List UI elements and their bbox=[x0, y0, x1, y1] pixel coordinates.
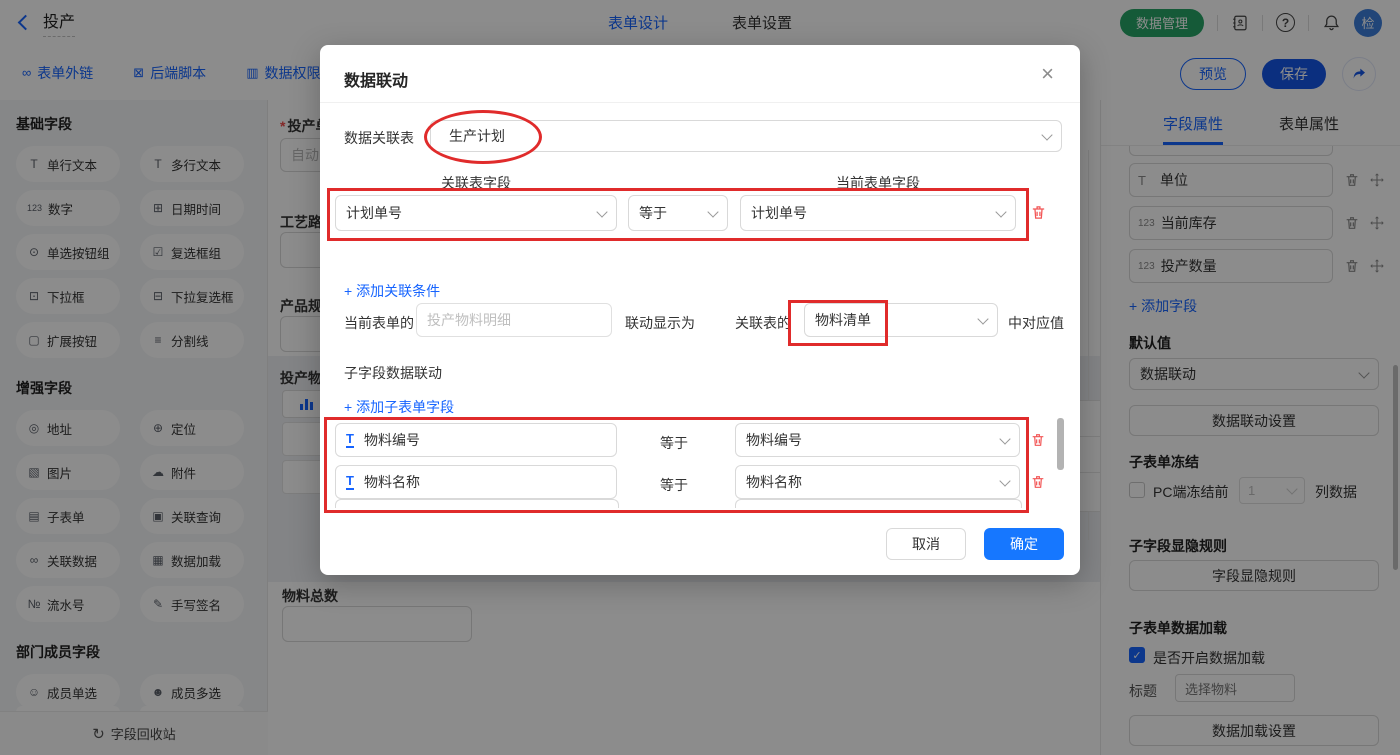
confirm-button[interactable]: 确定 bbox=[984, 528, 1064, 560]
subrow-operator: 等于 bbox=[660, 433, 688, 453]
chevron-down-icon bbox=[1041, 129, 1052, 140]
chevron-down-icon bbox=[596, 206, 607, 217]
cancel-button[interactable]: 取消 bbox=[886, 528, 966, 560]
text-field-icon: T bbox=[346, 474, 354, 490]
chevron-down-icon bbox=[999, 475, 1010, 486]
column-header-relation-fields: 关联表字段 bbox=[335, 173, 617, 193]
add-subform-field-link[interactable]: + 添加子表单字段 bbox=[344, 397, 454, 417]
chevron-down-icon bbox=[999, 433, 1010, 444]
clipped-subrow bbox=[335, 499, 619, 508]
clipped-subrow bbox=[735, 499, 1022, 508]
delete-subrow-trash-icon[interactable] bbox=[1030, 474, 1046, 490]
subrow-right-select[interactable]: 物料编号 bbox=[735, 423, 1020, 457]
dialog-header-divider bbox=[320, 102, 1080, 103]
condition-operator-select[interactable]: 等于 bbox=[628, 195, 728, 231]
column-header-current-form-fields: 当前表单字段 bbox=[740, 173, 1016, 193]
related-table-label: 关联表的 bbox=[735, 313, 791, 333]
condition-left-select[interactable]: 计划单号 bbox=[335, 195, 617, 231]
chevron-down-icon bbox=[977, 313, 988, 324]
close-icon[interactable]: × bbox=[1041, 63, 1054, 85]
subrow-left-field[interactable]: T 物料名称 bbox=[335, 465, 617, 499]
chevron-down-icon bbox=[707, 206, 718, 217]
delete-subrow-trash-icon[interactable] bbox=[1030, 432, 1046, 448]
current-form-field-input[interactable]: 投产物料明细 bbox=[416, 303, 612, 337]
dialog-title: 数据联动 bbox=[344, 67, 408, 91]
subrow-left-field[interactable]: T 物料编号 bbox=[335, 423, 617, 457]
related-field-select[interactable]: 物料清单 bbox=[804, 303, 998, 337]
display-as-label: 联动显示为 bbox=[625, 313, 695, 333]
corresponding-value-label: 中对应值 bbox=[1008, 313, 1064, 333]
chevron-down-icon bbox=[995, 206, 1006, 217]
subrow-operator: 等于 bbox=[660, 475, 688, 495]
relation-table-label: 数据关联表 bbox=[344, 128, 414, 148]
modal-scrollbar-thumb[interactable] bbox=[1057, 418, 1064, 470]
relation-table-select[interactable]: 生产计划 bbox=[430, 120, 1062, 152]
delete-condition-trash-icon[interactable] bbox=[1030, 204, 1047, 221]
data-linkage-dialog: 数据联动 × 数据关联表 生产计划 关联表字段 当前表单字段 计划单号 等于 计… bbox=[320, 45, 1080, 575]
add-condition-link[interactable]: + 添加关联条件 bbox=[344, 281, 440, 301]
subfield-linkage-section-label: 子字段数据联动 bbox=[344, 363, 442, 383]
subrow-right-select[interactable]: 物料名称 bbox=[735, 465, 1020, 499]
text-field-icon: T bbox=[346, 432, 354, 448]
current-form-label: 当前表单的 bbox=[344, 313, 414, 333]
condition-right-select[interactable]: 计划单号 bbox=[740, 195, 1016, 231]
